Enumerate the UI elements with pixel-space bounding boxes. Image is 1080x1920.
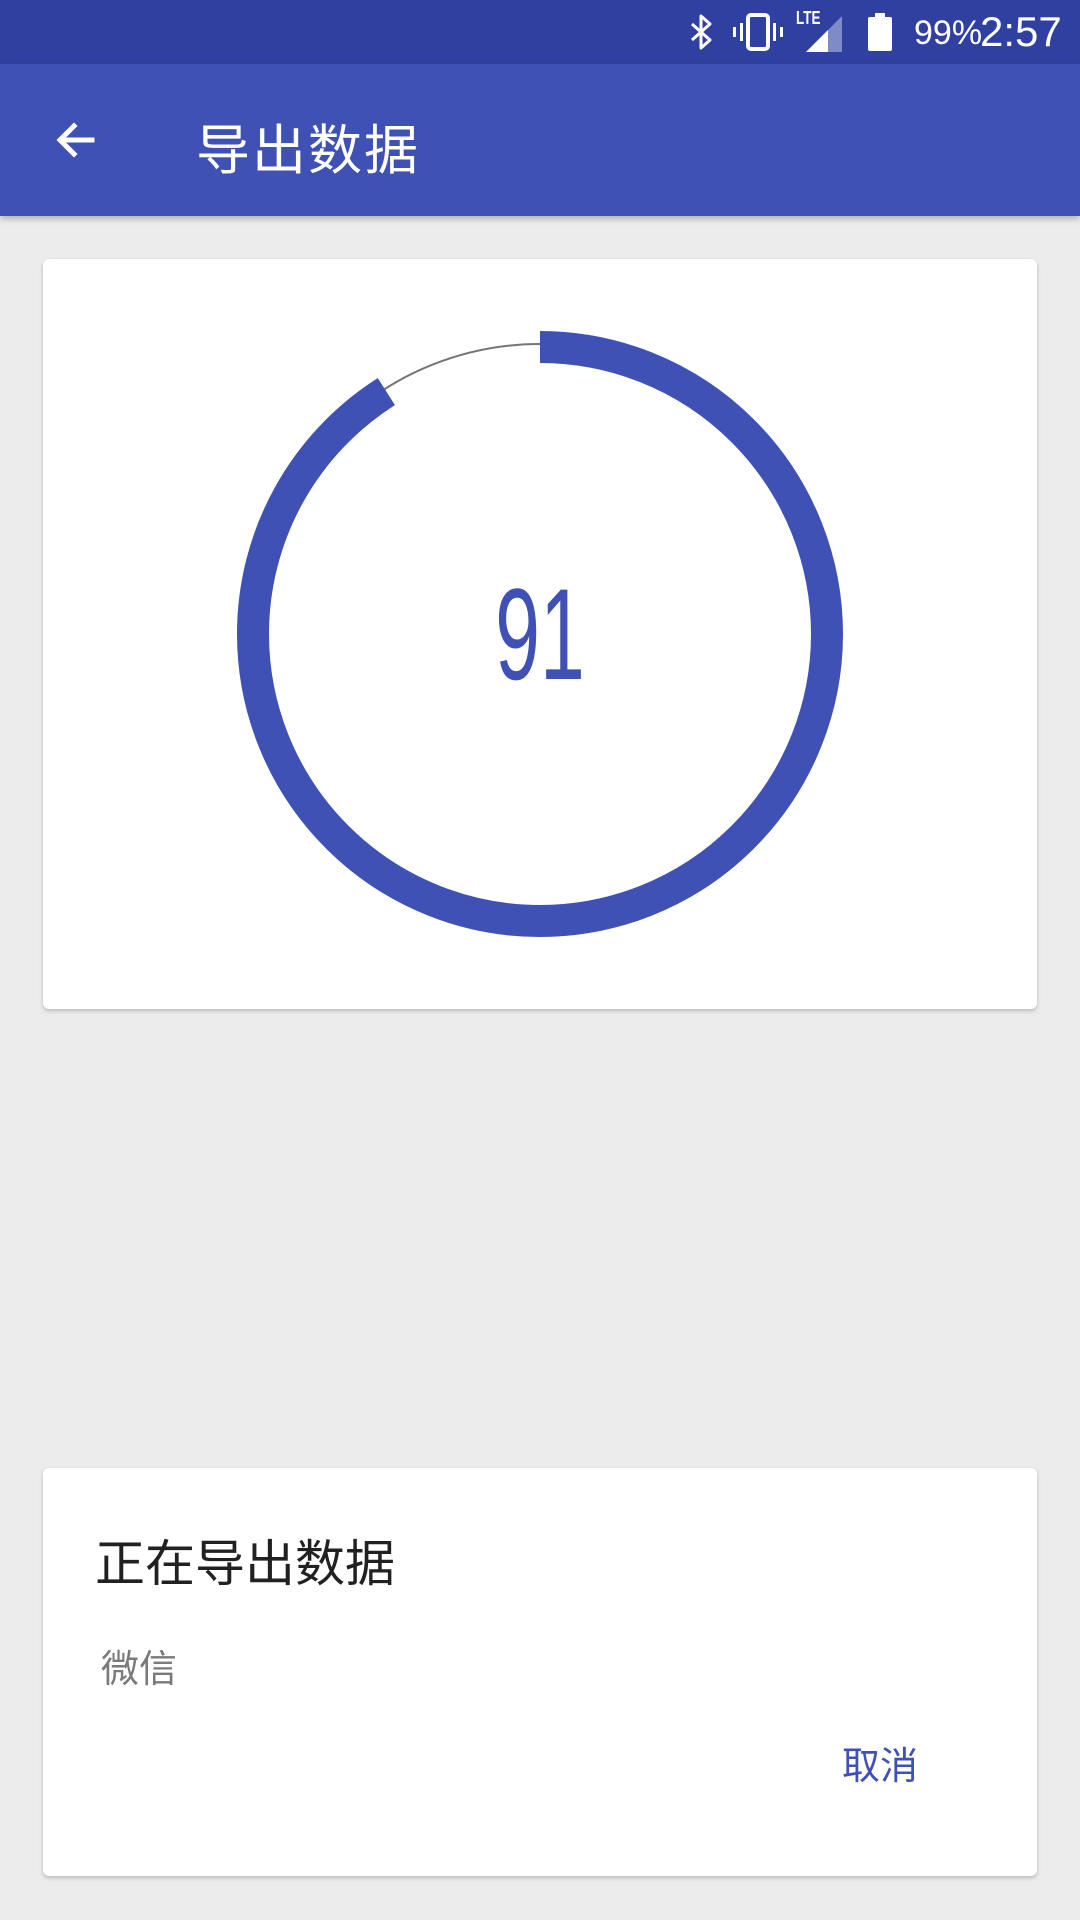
cancel-button[interactable]: 取消 (815, 1724, 945, 1800)
app-bar: 导出数据 (0, 64, 1080, 216)
back-button[interactable] (38, 108, 114, 172)
battery-percent: 99% (914, 14, 983, 52)
progress-card: 91 (43, 259, 1037, 1009)
status-bar: LTE 99% 2:57 (0, 0, 1080, 64)
dialog-message: 微信 (101, 1647, 178, 1691)
bluetooth-icon (691, 14, 712, 50)
clock: 2:57 (980, 8, 1062, 55)
lte-signal-icon: LTE (794, 8, 846, 54)
arrow-back-icon (56, 122, 95, 158)
vibrate-icon (733, 13, 783, 51)
progress-ring: 91 (237, 331, 843, 937)
dialog-title: 正在导出数据 (95, 1535, 395, 1593)
page-title: 导出数据 (196, 119, 420, 182)
export-dialog: 正在导出数据 微信 取消 (43, 1468, 1037, 1876)
battery-icon (868, 13, 892, 51)
progress-value: 91 (495, 561, 585, 706)
